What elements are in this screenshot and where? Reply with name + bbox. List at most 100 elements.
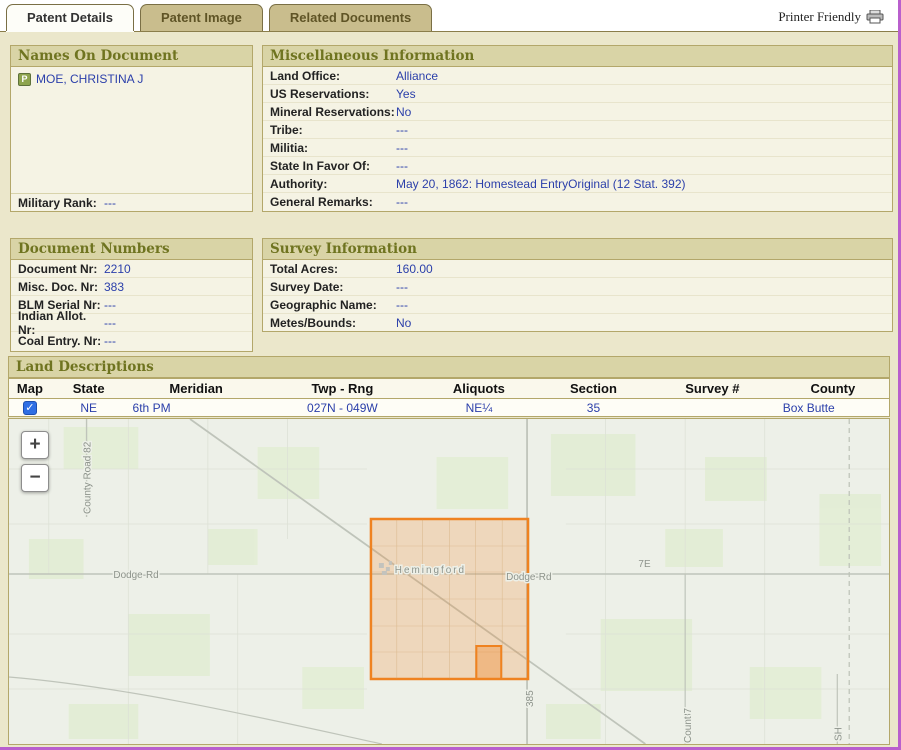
misc-value: Yes — [396, 87, 416, 101]
tab-patent-details[interactable]: Patent Details — [6, 4, 134, 31]
land-table-header-row: Map State Meridian Twp - Rng Aliquots Se… — [9, 379, 890, 399]
township-highlight — [371, 519, 528, 679]
docnums-label: Coal Entry. Nr: — [18, 334, 104, 348]
patentee-name-link[interactable]: MOE, CHRISTINA J — [36, 72, 143, 86]
patentee-row: P MOE, CHRISTINA J — [11, 67, 252, 91]
col-meridian: Meridian — [127, 379, 266, 399]
docnums-panel-title: Document Numbers — [11, 239, 252, 260]
misc-label: Militia: — [270, 141, 396, 155]
survey-rows: Total Acres:160.00 Survey Date:--- Geogr… — [263, 260, 892, 332]
survey-row: Geographic Name:--- — [263, 296, 892, 314]
docnums-value: --- — [104, 316, 116, 330]
survey-row: Metes/Bounds:No — [263, 314, 892, 332]
map-label-dodge-rd-right: Dodge-Rd — [506, 572, 551, 583]
map-checkbox-cell: ✓ — [9, 399, 51, 417]
docnums-row: Coal Entry. Nr:--- — [11, 332, 252, 350]
survey-value: --- — [396, 298, 408, 312]
printer-icon — [866, 10, 884, 24]
misc-value: --- — [396, 159, 408, 173]
misc-row: Authority:May 20, 1862: Homestead EntryO… — [263, 175, 892, 193]
document-numbers-panel: Document Numbers Document Nr:2210 Misc. … — [10, 238, 253, 352]
docnums-row: Indian Allot. Nr:--- — [11, 314, 252, 332]
miscellaneous-information-panel: Miscellaneous Information Land Office:Al… — [262, 45, 893, 212]
zoom-in-button[interactable]: + — [21, 431, 49, 459]
map-label-7e: 7E — [638, 559, 651, 570]
col-twp-rng: Twp - Rng — [266, 379, 419, 399]
misc-panel-title: Miscellaneous Information — [263, 46, 892, 67]
map-label-hwy-385: 385 — [525, 690, 536, 707]
survey-information-panel: Survey Information Total Acres:160.00 Su… — [262, 238, 893, 332]
map-canvas[interactable]: Hemingford Dodge-Rd Dodge-Rd 7E County R… — [9, 419, 889, 744]
printer-friendly-link[interactable]: Printer Friendly — [778, 9, 884, 25]
survey-value: No — [396, 316, 411, 330]
cell-state: NE — [51, 399, 127, 417]
misc-label: Land Office: — [270, 69, 396, 83]
map-label-county-partial: Count — [683, 716, 694, 743]
survey-row: Survey Date:--- — [263, 278, 892, 296]
misc-label: US Reservations: — [270, 87, 396, 101]
misc-value: --- — [396, 141, 408, 155]
survey-label: Total Acres: — [270, 262, 396, 276]
zoom-out-button[interactable]: − — [21, 464, 49, 492]
col-county: County — [777, 379, 890, 399]
map-checkbox[interactable]: ✓ — [23, 401, 37, 415]
misc-row: State In Favor Of:--- — [263, 157, 892, 175]
names-on-document-panel: Names On Document P MOE, CHRISTINA J Mil… — [10, 45, 253, 212]
names-panel-spacer — [11, 91, 252, 193]
col-section: Section — [539, 379, 648, 399]
docnums-value: 2210 — [104, 262, 131, 276]
printer-friendly-label: Printer Friendly — [778, 9, 861, 25]
patentee-icon: P — [18, 73, 31, 86]
docnums-value: --- — [104, 298, 116, 312]
survey-label: Survey Date: — [270, 280, 396, 294]
misc-row: Militia:--- — [263, 139, 892, 157]
col-aliquots: Aliquots — [419, 379, 539, 399]
col-survey-nr: Survey # — [648, 379, 777, 399]
misc-row: General Remarks:--- — [263, 193, 892, 211]
docnums-value: 383 — [104, 280, 124, 294]
patent-details-page: Patent Details Patent Image Related Docu… — [0, 0, 901, 750]
docnums-value: --- — [104, 334, 116, 348]
land-table-row: ✓ NE 6th PM 027N - 049W NE¼ 35 Box Butte — [9, 399, 890, 417]
names-panel-title: Names On Document — [11, 46, 252, 67]
military-rank-row: Military Rank: --- — [11, 193, 252, 211]
land-map[interactable]: + − — [8, 418, 890, 745]
cell-county: Box Butte — [777, 399, 890, 417]
land-descriptions-title: Land Descriptions — [8, 356, 890, 378]
misc-row: Mineral Reservations:No — [263, 103, 892, 121]
misc-row: Tribe:--- — [263, 121, 892, 139]
cell-meridian: 6th PM — [127, 399, 266, 417]
military-rank-label: Military Rank: — [18, 196, 104, 210]
misc-value: --- — [396, 123, 408, 137]
cell-twp-rng: 027N - 049W — [266, 399, 419, 417]
misc-value: Alliance — [396, 69, 438, 83]
map-label-county-road-82: County Road 82 — [83, 441, 94, 514]
misc-label: Authority: — [270, 177, 396, 191]
misc-label: Mineral Reservations: — [270, 105, 396, 119]
tab-related-documents[interactable]: Related Documents — [269, 4, 432, 31]
cell-aliquots: NE¼ — [419, 399, 539, 417]
misc-label: State In Favor Of: — [270, 159, 396, 173]
misc-value: --- — [396, 195, 408, 209]
misc-row: Land Office:Alliance — [263, 67, 892, 85]
misc-label: Tribe: — [270, 123, 396, 137]
docnums-label: Misc. Doc. Nr: — [18, 280, 104, 294]
map-label-dodge-rd-left: Dodge-Rd — [113, 570, 158, 581]
survey-label: Metes/Bounds: — [270, 316, 396, 330]
tab-bar: Patent Details Patent Image Related Docu… — [0, 0, 898, 32]
col-state: State — [51, 379, 127, 399]
survey-row: Total Acres:160.00 — [263, 260, 892, 278]
tab-patent-image[interactable]: Patent Image — [140, 4, 263, 31]
misc-row: US Reservations:Yes — [263, 85, 892, 103]
col-map: Map — [9, 379, 51, 399]
misc-rows: Land Office:Alliance US Reservations:Yes… — [263, 67, 892, 211]
misc-value: May 20, 1862: Homestead EntryOriginal (1… — [396, 177, 685, 191]
docnums-row: Document Nr:2210 — [11, 260, 252, 278]
map-label-sh-partial: SH — [833, 727, 844, 741]
survey-label: Geographic Name: — [270, 298, 396, 312]
misc-label: General Remarks: — [270, 195, 396, 209]
cell-section: 35 — [539, 399, 648, 417]
docnums-rows: Document Nr:2210 Misc. Doc. Nr:383 BLM S… — [11, 260, 252, 351]
survey-panel-title: Survey Information — [263, 239, 892, 260]
cell-survey-nr — [648, 399, 777, 417]
